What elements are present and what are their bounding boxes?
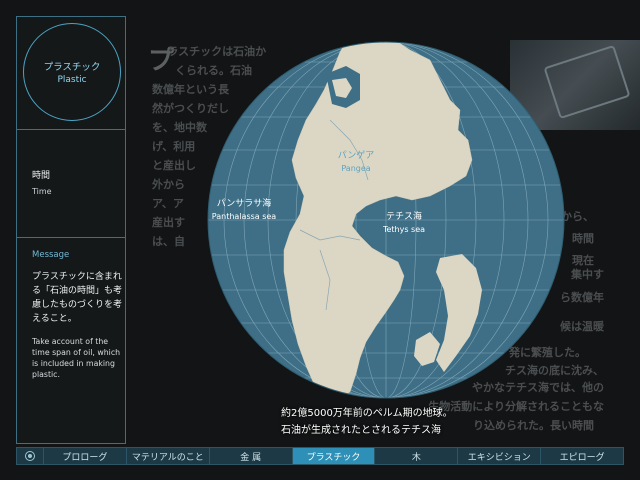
tethys-label-en: Tethys sea (382, 225, 425, 234)
nav-material[interactable]: マテリアルのこと (127, 448, 210, 464)
map-caption: 約2億5000万年前のペルム期の地球。 石油が生成されたとされるテチス海 (281, 405, 453, 439)
panthalassa-label-jp: パンサラサ海 (217, 197, 271, 209)
pangea-label-en: Pangea (341, 164, 370, 173)
pangea-label-jp: パンゲア (338, 149, 374, 161)
nav-metal[interactable]: 金 属 (210, 448, 293, 464)
bottom-nav: プロローグ マテリアルのこと 金 属 プラスチック 木 エキシビション エピロー… (16, 447, 624, 465)
nav-wood[interactable]: 木 (375, 448, 459, 464)
nav-prologue[interactable]: プロローグ (44, 448, 127, 464)
caption-line-2: 石油が生成されたとされるテチス海 (281, 425, 441, 436)
nav-plastic[interactable]: プラスチック (292, 448, 376, 464)
panthalassa-label-en: Panthalassa sea (212, 212, 277, 221)
home-button[interactable] (17, 448, 44, 464)
nav-exhibition[interactable]: エキシビション (458, 448, 542, 464)
home-icon (25, 451, 35, 461)
nav-epilogue[interactable]: エピローグ (541, 448, 623, 464)
tethys-label-jp: テチス海 (386, 210, 422, 222)
caption-line-1: 約2億5000万年前のペルム期の地球。 (281, 408, 453, 419)
